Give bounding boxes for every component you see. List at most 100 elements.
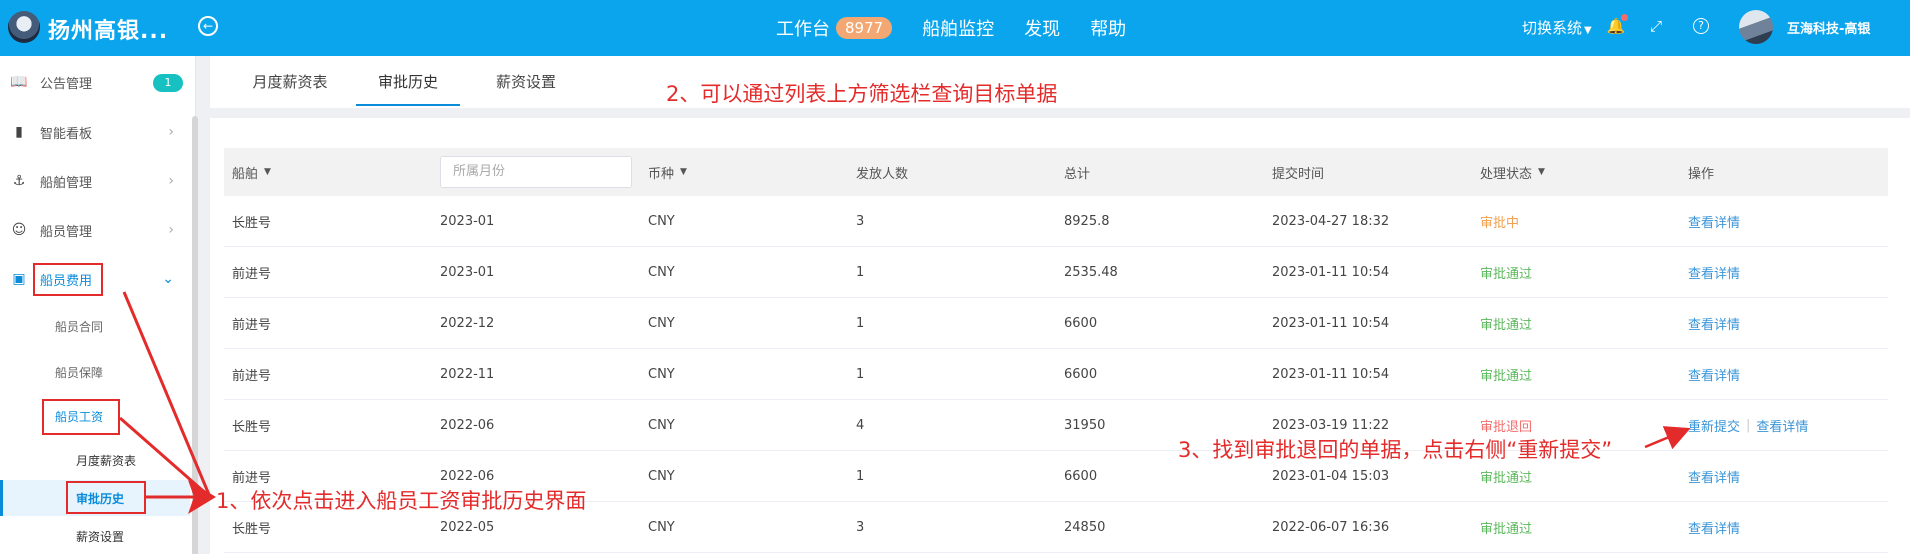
header-status-filter[interactable]: 处理状态 ▼ — [1480, 148, 1545, 196]
table-row: 长胜号 2023-01 CNY 3 8925.8 2023-04-27 18:32 审批中 查… — [224, 196, 1888, 247]
cell-time: 2023-01-11 10:54 — [1272, 264, 1390, 280]
sidebar-scrollbar[interactable] — [192, 116, 198, 554]
highlight-crew-expense — [33, 263, 103, 296]
cell-count: 4 — [856, 417, 865, 433]
cell-count: 1 — [856, 264, 865, 280]
user-name[interactable]: 互海科技-高银 — [1787, 18, 1870, 37]
cell-time: 2023-01-11 10:54 — [1272, 366, 1390, 382]
month-filter-input[interactable]: 所属月份 — [440, 156, 632, 188]
cell-ship: 前进号 — [232, 368, 272, 384]
tab-approval-history[interactable]: 审批历史 — [356, 56, 460, 106]
cell-actions: 查看详情 — [1688, 349, 1740, 399]
cell-total: 31950 — [1064, 417, 1106, 433]
sidebar-item-ship[interactable]: ⚓ 船舶管理 › — [0, 161, 190, 201]
cell-time: 2022-06-07 16:36 — [1272, 519, 1390, 535]
annotation-step-2: 2、可以通过列表上方筛选栏查询目标单据 — [666, 82, 1058, 106]
view-details-link[interactable]: 查看详情 — [1688, 518, 1740, 537]
caret-down-icon: ▼ — [1538, 167, 1545, 177]
view-details-link[interactable]: 查看详情 — [1688, 314, 1740, 333]
header-status-label: 处理状态 — [1480, 166, 1533, 182]
cell-total: 24850 — [1064, 519, 1106, 535]
help-icon[interactable]: ? — [1693, 18, 1709, 34]
user-avatar[interactable] — [1739, 10, 1773, 44]
sidebar-item-label: 船员管理 — [40, 224, 93, 240]
company-logo — [8, 11, 40, 43]
cell-month: 2022-06 — [440, 417, 495, 433]
nav-ship-monitor[interactable]: 船舶监控 — [922, 15, 994, 41]
table-row: 前进号 2022-12 CNY 1 6600 2023-01-11 10:54 审批通过 查看… — [224, 298, 1888, 349]
cell-total: 8925.8 — [1064, 213, 1110, 229]
sidebar-item-dashboard[interactable]: ▮ 智能看板 › — [0, 112, 190, 152]
book-icon: 📖 — [10, 74, 28, 90]
resubmit-link[interactable]: 重新提交 — [1688, 416, 1740, 435]
view-details-link[interactable]: 查看详情 — [1688, 212, 1740, 231]
header-count: 发放人数 — [856, 166, 909, 182]
tab-salary-settings[interactable]: 薪资设置 — [476, 56, 576, 106]
cell-currency: CNY — [648, 519, 675, 535]
tab-monthly-salary[interactable]: 月度薪资表 — [240, 56, 340, 106]
cell-month: 2023-01 — [440, 213, 495, 229]
person-icon: ☺ — [11, 222, 27, 238]
bell-icon[interactable]: 🔔 — [1606, 14, 1628, 36]
cell-actions: 重新提交 | 查看详情 — [1688, 400, 1808, 450]
bell-badge — [1621, 14, 1628, 21]
view-details-link[interactable]: 查看详情 — [1688, 365, 1740, 384]
chevron-down-icon: ⌄ — [162, 271, 174, 287]
header-ship-filter[interactable]: 船舶 ▼ — [232, 148, 271, 196]
top-header: 扬州高银... ← 工作台 8977 船舶监控 发现 帮助 切换系统 ▼ 🔔 ⤢ … — [0, 0, 1910, 56]
cell-status: 审批通过 — [1480, 317, 1533, 333]
table-row: 前进号 2023-01 CNY 1 2535.48 2023-01-11 10:54 审批通… — [224, 247, 1888, 298]
cell-currency: CNY — [648, 213, 675, 229]
cell-count: 1 — [856, 468, 865, 484]
cell-time: 2023-01-11 10:54 — [1272, 315, 1390, 331]
switch-system-dropdown[interactable]: 切换系统 ▼ — [1522, 17, 1592, 38]
sidebar-item-monthly-salary[interactable]: 月度薪资表 — [0, 442, 190, 478]
caret-down-icon: ▼ — [680, 167, 687, 177]
cell-actions: 查看详情 — [1688, 451, 1740, 501]
sidebar-item-announcement[interactable]: 📖 公告管理 1 — [0, 62, 190, 102]
nav-help[interactable]: 帮助 — [1090, 15, 1126, 41]
view-details-link[interactable]: 查看详情 — [1756, 416, 1808, 435]
table-row: 长胜号 2022-06 CNY 4 31950 2023-03-19 11:22 审批退回重… — [224, 400, 1888, 451]
caret-down-icon: ▼ — [1584, 25, 1592, 36]
tab-bar: 月度薪资表 审批历史 薪资设置 — [210, 56, 1910, 108]
header-currency-filter[interactable]: 币种 ▼ — [648, 148, 687, 196]
header-total: 总计 — [1064, 166, 1091, 182]
cell-count: 1 — [856, 366, 865, 382]
app-title: 扬州高银... — [48, 19, 169, 44]
collapse-sidebar-icon[interactable]: ← — [198, 16, 218, 36]
workbench-count-badge: 8977 — [836, 17, 893, 39]
cell-status: 审批中 — [1480, 215, 1520, 231]
cell-status: 审批通过 — [1480, 266, 1533, 282]
header-currency-label: 币种 — [648, 166, 675, 182]
nav-discover[interactable]: 发现 — [1024, 15, 1060, 41]
cell-currency: CNY — [648, 264, 675, 280]
sidebar-item-crew-contract[interactable]: 船员合同 — [0, 308, 190, 344]
sidebar-item-label: 公告管理 — [40, 76, 93, 92]
action-separator: | — [1746, 417, 1751, 433]
highlight-approval-history — [66, 481, 146, 514]
cell-status: 审批通过 — [1480, 521, 1533, 537]
highlight-crew-salary — [42, 399, 120, 435]
chevron-right-icon: › — [168, 124, 174, 140]
cell-ship: 长胜号 — [232, 419, 272, 435]
view-details-link[interactable]: 查看详情 — [1688, 263, 1740, 282]
switch-system-label: 切换系统 — [1522, 19, 1583, 37]
top-nav: 工作台 8977 船舶监控 发现 帮助 — [776, 0, 1156, 56]
cell-ship: 长胜号 — [232, 215, 272, 231]
sidebar-item-crew[interactable]: ☺ 船员管理 › — [0, 210, 190, 250]
cell-count: 3 — [856, 519, 865, 535]
cell-month: 2022-11 — [440, 366, 495, 382]
nav-workbench[interactable]: 工作台 8977 — [776, 15, 893, 41]
cell-currency: CNY — [648, 417, 675, 433]
annotation-step-3: 3、找到审批退回的单据，点击右侧“重新提交” — [1178, 438, 1613, 462]
anchor-icon: ⚓ — [12, 173, 26, 189]
view-details-link[interactable]: 查看详情 — [1688, 467, 1740, 486]
fullscreen-icon[interactable]: ⤢ — [1646, 16, 1666, 36]
header-ship-label: 船舶 — [232, 166, 259, 182]
table-header: 船舶 ▼ 所属月份 币种 ▼ 发放人数 总计 提交时间 处理状态 ▼ 操作 — [224, 148, 1888, 196]
caret-down-icon: ▼ — [264, 167, 271, 177]
sidebar-item-crew-insurance[interactable]: 船员保障 — [0, 354, 190, 390]
sidebar-item-label: 船舶管理 — [40, 175, 93, 191]
sidebar-item-salary-settings[interactable]: 薪资设置 — [0, 518, 190, 554]
